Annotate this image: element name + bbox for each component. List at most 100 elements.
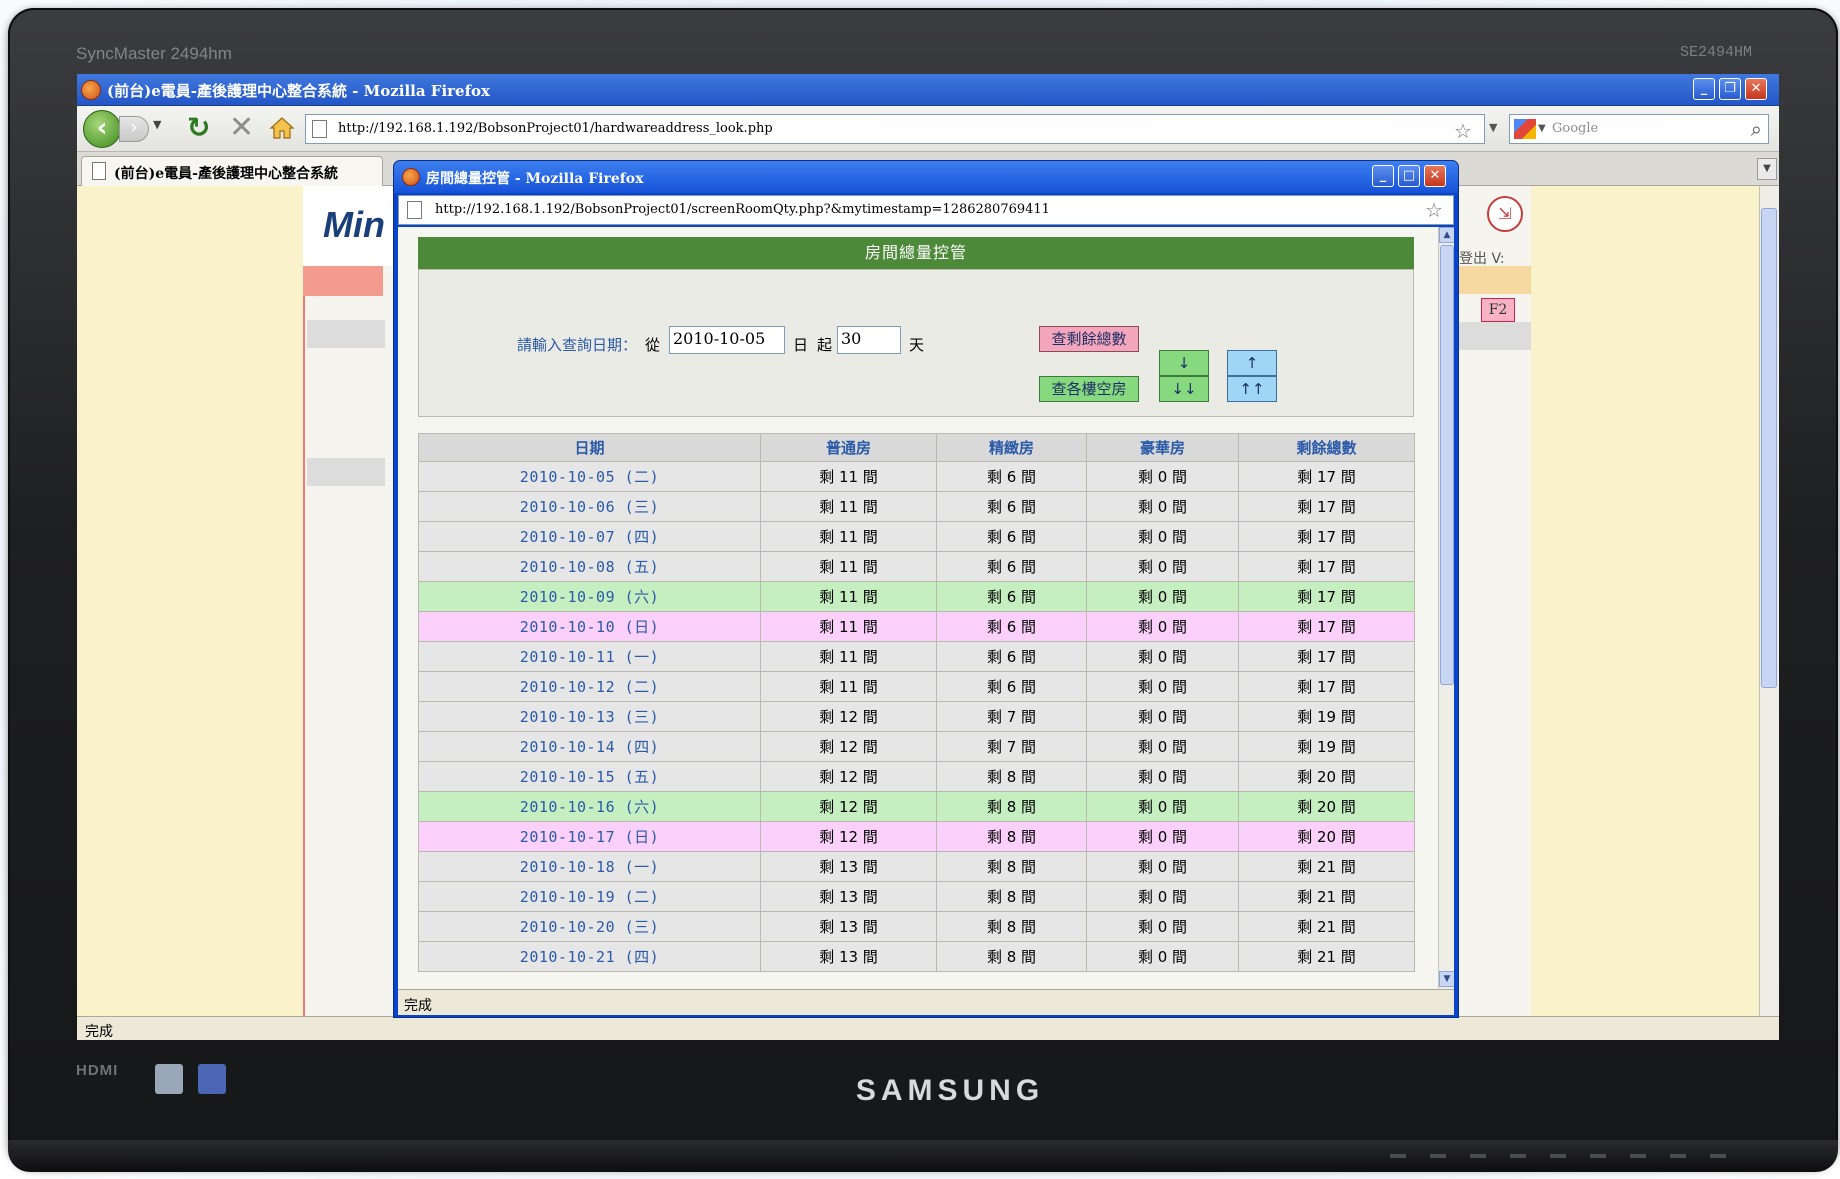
search-engine-dropdown-icon[interactable]: ▼ xyxy=(1538,123,1546,134)
url-bar[interactable]: http://192.168.1.192/BobsonProject01/har… xyxy=(305,114,1485,144)
cell-luxury: 剩 0 間 xyxy=(1086,851,1239,882)
status-text: 完成 xyxy=(85,1024,113,1040)
popup-titlebar: 房間總量控管 - Mozilla Firefox _ □ ✕ xyxy=(394,161,1458,193)
cell-date: 2010-10-11 (一) xyxy=(418,641,761,672)
scroll-down-button[interactable]: ↓ xyxy=(1159,350,1209,376)
table-row: 2010-10-18 (一) 剩 13 間剩 8 間剩 0 間剩 21 間 xyxy=(418,851,1415,882)
cell-normal: 剩 13 間 xyxy=(760,851,937,882)
popup-title: 房間總量控管 - Mozilla Firefox xyxy=(426,171,644,187)
popup-status-bar: 完成 xyxy=(398,989,1454,1015)
table-row: 2010-10-10 (日) 剩 11 間剩 6 間剩 0 間剩 17 間 xyxy=(418,611,1415,642)
bookmark-star-icon[interactable]: ☆ xyxy=(1425,198,1443,222)
browser-title: (前台)e電員-產後護理中心整合系統 - Mozilla Firefox xyxy=(107,82,490,100)
col-header-deluxe: 精緻房 xyxy=(936,433,1087,462)
query-panel: 請輸入查詢日期： 從 2010-10-05 日 起 30 天 查剩餘總數 查各樓… xyxy=(418,269,1414,417)
bg-yellow-bar xyxy=(1459,266,1531,294)
cell-date: 2010-10-10 (日) xyxy=(418,611,761,642)
search-placeholder[interactable]: Google xyxy=(1552,121,1598,136)
cell-luxury: 剩 0 間 xyxy=(1086,611,1239,642)
cell-deluxe: 剩 6 間 xyxy=(936,581,1087,612)
cell-luxury: 剩 0 間 xyxy=(1086,641,1239,672)
table-row: 2010-10-12 (二) 剩 11 間剩 6 間剩 0 間剩 17 間 xyxy=(418,671,1415,702)
brand-logo: SAMSUNG xyxy=(855,1074,1045,1107)
cell-date: 2010-10-09 (六) xyxy=(418,581,761,612)
url-dropdown-icon[interactable]: ▼ xyxy=(1489,121,1497,134)
forward-button[interactable]: › xyxy=(119,116,149,142)
table-row: 2010-10-16 (六) 剩 12 間剩 8 間剩 0 間剩 20 間 xyxy=(418,791,1415,822)
table-row: 2010-10-20 (三) 剩 13 間剩 8 間剩 0 間剩 21 間 xyxy=(418,911,1415,942)
bg-row xyxy=(307,458,385,486)
popup-url-text[interactable]: http://192.168.1.192/BobsonProject01/scr… xyxy=(435,202,1050,217)
monitor-code-label: SE2494HM xyxy=(1680,44,1753,61)
search-bar[interactable]: ▼ Google ⌕ xyxy=(1509,114,1769,144)
cell-deluxe: 剩 6 間 xyxy=(936,551,1087,582)
cell-luxury: 剩 0 間 xyxy=(1086,761,1239,792)
stop-button[interactable]: ✕ xyxy=(229,112,254,144)
logout-icon[interactable]: ⇲ xyxy=(1487,196,1523,232)
popup-close-button[interactable]: ✕ xyxy=(1424,165,1446,187)
back-button[interactable]: ‹ xyxy=(83,110,121,148)
table-row: 2010-10-06 (三) 剩 11 間剩 6 間剩 0 間剩 17 間 xyxy=(418,491,1415,522)
logout-text[interactable]: 登出 V: xyxy=(1459,248,1505,268)
f2-button[interactable]: F2 xyxy=(1481,298,1515,322)
hd-badge-icon xyxy=(198,1064,226,1094)
site-logo: Min xyxy=(303,186,403,266)
date-input[interactable]: 2010-10-05 xyxy=(669,326,785,354)
monitor-model-label: SyncMaster 2494hm xyxy=(76,44,232,63)
cell-luxury: 剩 0 間 xyxy=(1086,461,1239,492)
reload-button[interactable]: ↻ xyxy=(187,112,210,144)
close-button[interactable]: ✕ xyxy=(1745,78,1767,100)
query-buildings-button[interactable]: 查各樓空房 xyxy=(1039,376,1139,402)
search-icon[interactable]: ⌕ xyxy=(1751,117,1762,141)
scroll-down-all-button[interactable]: ↓↓ xyxy=(1159,376,1209,402)
start-label: 起 xyxy=(817,336,833,354)
cell-luxury: 剩 0 間 xyxy=(1086,941,1239,972)
day-unit-label: 日 xyxy=(793,336,809,354)
cell-date: 2010-10-20 (三) xyxy=(418,911,761,942)
cell-normal: 剩 13 間 xyxy=(760,881,937,912)
cell-deluxe: 剩 6 間 xyxy=(936,641,1087,672)
cell-normal: 剩 12 間 xyxy=(760,731,937,762)
cell-normal: 剩 11 間 xyxy=(760,641,937,672)
table-row: 2010-10-21 (四) 剩 13 間剩 8 間剩 0 間剩 21 間 xyxy=(418,941,1415,972)
bookmark-star-icon[interactable]: ☆ xyxy=(1454,119,1472,143)
minimize-button[interactable]: _ xyxy=(1693,78,1715,100)
cell-normal: 剩 11 間 xyxy=(760,551,937,582)
popup-maximize-button[interactable]: □ xyxy=(1398,165,1420,187)
cell-total: 剩 17 間 xyxy=(1238,491,1415,522)
cell-total: 剩 17 間 xyxy=(1238,551,1415,582)
cell-total: 剩 17 間 xyxy=(1238,611,1415,642)
scroll-up-button[interactable]: ↑ xyxy=(1227,350,1277,376)
popup-scrollbar-thumb[interactable] xyxy=(1440,245,1454,685)
bg-menu-bar xyxy=(303,266,383,296)
table-row: 2010-10-08 (五) 剩 11 間剩 6 間剩 0 間剩 17 間 xyxy=(418,551,1415,582)
cell-luxury: 剩 0 間 xyxy=(1086,881,1239,912)
cell-total: 剩 21 間 xyxy=(1238,941,1415,972)
restore-button[interactable]: ❐ xyxy=(1719,78,1741,100)
tab-list-button[interactable]: ▼ xyxy=(1757,158,1777,180)
days-input[interactable]: 30 xyxy=(837,326,901,354)
cell-total: 剩 17 間 xyxy=(1238,521,1415,552)
cell-total: 剩 21 間 xyxy=(1238,881,1415,912)
google-icon[interactable] xyxy=(1514,119,1536,139)
home-icon[interactable] xyxy=(269,116,295,140)
scroll-down-arrow-icon[interactable]: ▼ xyxy=(1439,971,1454,987)
cell-normal: 剩 11 間 xyxy=(760,611,937,642)
tab-label[interactable]: (前台)e電員-產後護理中心整合系統 xyxy=(114,163,338,183)
cell-deluxe: 剩 8 間 xyxy=(936,821,1087,852)
page-scrollbar-thumb[interactable] xyxy=(1761,208,1777,688)
cell-normal: 剩 11 間 xyxy=(760,521,937,552)
popup-window: 房間總量控管 - Mozilla Firefox _ □ ✕ http://19… xyxy=(393,160,1459,1018)
cell-date: 2010-10-18 (一) xyxy=(418,851,761,882)
history-dropdown-icon[interactable]: ▼ xyxy=(153,118,161,131)
cell-total: 剩 21 間 xyxy=(1238,851,1415,882)
popup-url-bar[interactable]: http://192.168.1.192/BobsonProject01/scr… xyxy=(398,195,1454,225)
query-remaining-button[interactable]: 查剩餘總數 xyxy=(1039,326,1139,352)
url-text[interactable]: http://192.168.1.192/BobsonProject01/har… xyxy=(338,121,773,136)
tab-main[interactable]: (前台)e電員-產後護理中心整合系統 xyxy=(81,156,383,186)
scroll-up-arrow-icon[interactable]: ▲ xyxy=(1439,227,1454,243)
popup-status-text: 完成 xyxy=(404,998,432,1014)
popup-scrollbar[interactable]: ▲ ▼ xyxy=(1438,227,1454,989)
popup-minimize-button[interactable]: _ xyxy=(1372,165,1394,187)
scroll-up-all-button[interactable]: ↑↑ xyxy=(1227,376,1277,402)
